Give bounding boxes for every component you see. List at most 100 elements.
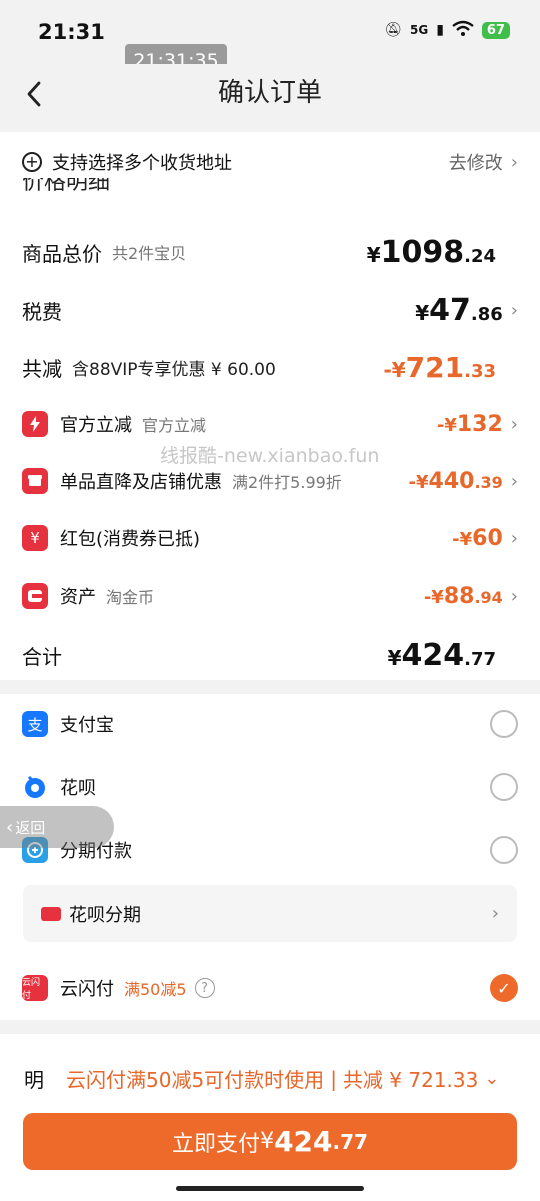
- return-button[interactable]: ‹ 返回: [0, 806, 114, 848]
- amount-dec: .24: [464, 245, 496, 267]
- amount-int: 424: [274, 1125, 333, 1158]
- chevron-right-icon: ›: [510, 151, 518, 173]
- status-icons: 🔕︎ 5G ▮ 67: [384, 20, 510, 40]
- huabei-installment-option[interactable]: 花呗分期 ›: [23, 885, 517, 942]
- huabei-installment-label: 花呗分期: [69, 904, 141, 926]
- currency-symbol: ¥: [387, 645, 402, 670]
- radio-button[interactable]: [490, 836, 518, 864]
- unionpay-icon: 云闪付: [22, 975, 48, 1001]
- payment-label: 云闪付: [60, 979, 114, 1000]
- item-value: -¥ 132: [437, 412, 503, 437]
- header: 确认订单: [0, 64, 540, 130]
- separator: |: [330, 1066, 337, 1091]
- total-discount-row: 共减 含88VIP专享优惠 ¥ 60.00 -¥ 721 .33: [22, 349, 518, 385]
- discount-value: -¥ 721 .33: [383, 351, 496, 384]
- tax-row[interactable]: 税费 ¥ 47 .86 ›: [22, 292, 518, 328]
- lightning-icon: [22, 411, 48, 437]
- chevron-right-icon: ›: [510, 585, 518, 607]
- amount-dec: .77: [464, 648, 496, 670]
- page-title: 确认订单: [217, 78, 322, 108]
- unionpay-promo-note: 云闪付满50减5可付款时使用: [66, 1068, 325, 1092]
- amount-dec: .94: [474, 587, 503, 607]
- alipay-icon: 支: [22, 711, 48, 737]
- currency-symbol: -¥: [452, 528, 473, 550]
- chevron-right-icon: ›: [510, 299, 518, 321]
- item-sub: 官方立减: [142, 416, 207, 435]
- item-value: -¥ 60: [452, 526, 503, 551]
- radio-button[interactable]: [490, 710, 518, 738]
- item-value: -¥ 88 .94: [424, 584, 503, 609]
- bottom-summary[interactable]: 明 云闪付满50减5可付款时使用 | 共减 ¥ 721.33 ⌄: [24, 1064, 524, 1093]
- radio-button-checked[interactable]: ✓: [490, 974, 518, 1002]
- item-label: 资产: [60, 587, 96, 608]
- amount-int: 132: [456, 411, 503, 437]
- back-button[interactable]: [14, 74, 54, 114]
- payment-unionpay[interactable]: 云闪付 云闪付 满50减5 ? ✓: [22, 972, 518, 1004]
- discount-item-official[interactable]: 官方立减 官方立减 -¥ 132 ›: [22, 407, 518, 441]
- radio-button[interactable]: [490, 773, 518, 801]
- chevron-left-icon: ‹: [6, 816, 14, 838]
- help-icon[interactable]: ?: [194, 978, 215, 998]
- status-time: 21:31: [38, 20, 105, 44]
- section-title-text: 价格明细: [22, 178, 111, 195]
- tax-label: 税费: [22, 299, 62, 324]
- amount-int: 440: [428, 468, 475, 494]
- item-label: 官方立减: [60, 415, 132, 436]
- amount-int: 424: [401, 637, 465, 673]
- chevron-right-icon: ›: [491, 903, 499, 924]
- sum-row: 合计 ¥ 424 .77: [22, 636, 518, 674]
- sum-value: ¥ 424 .77: [388, 638, 496, 673]
- amount-dec: .86: [470, 303, 503, 325]
- discount-item-assets[interactable]: 资产 淘金币 -¥ 88 .94 ›: [22, 579, 518, 613]
- bottom-prefix: 明: [24, 1068, 44, 1092]
- currency-symbol: -¥: [408, 471, 429, 493]
- amount-int: 721: [405, 350, 465, 384]
- edit-address-link[interactable]: 去修改: [449, 149, 503, 175]
- currency-symbol: ¥: [260, 1129, 275, 1154]
- huabei-icon: [22, 774, 48, 800]
- shop-icon: [22, 468, 48, 494]
- currency-symbol: ¥: [415, 300, 430, 325]
- item-label: 红包(消费券已抵): [60, 529, 201, 550]
- currency-symbol: ¥: [366, 242, 381, 267]
- coin-icon: [22, 583, 48, 609]
- back-arrow-icon: [27, 81, 41, 107]
- discount-label: 共减: [22, 356, 62, 381]
- chevron-right-icon: ›: [510, 527, 518, 549]
- discount-item-shop[interactable]: 单品直降及店铺优惠 满2件打5.99折 -¥ 440 .39 ›: [22, 464, 518, 498]
- item-value: -¥ 440 .39: [409, 469, 503, 494]
- payment-alipay[interactable]: 支 支付宝: [22, 708, 518, 740]
- amount-dec: .77: [332, 1129, 368, 1154]
- item-label: 单品直降及店铺优惠: [60, 472, 222, 493]
- mute-bell-icon: 🔕︎: [384, 22, 402, 38]
- huabei-installment-icon: [41, 906, 61, 921]
- unionpay-promo: 满50减5: [124, 980, 187, 999]
- item-sub: 淘金币: [106, 588, 155, 607]
- double-chevron-down-icon: ⌄: [484, 1068, 500, 1089]
- currency-symbol: -¥: [436, 414, 457, 436]
- chevron-right-icon: ›: [510, 413, 518, 435]
- goods-total-label: 商品总价: [22, 241, 102, 266]
- amount-dec: .39: [474, 472, 503, 492]
- currency-symbol: -¥: [423, 586, 444, 608]
- tax-value: ¥ 47 .86: [415, 293, 503, 328]
- price-detail-title: 价格明细: [22, 178, 142, 204]
- home-indicator[interactable]: [176, 1186, 364, 1191]
- network-label: 5G: [409, 23, 429, 37]
- amount-int: 88: [443, 583, 475, 609]
- payment-huabei[interactable]: 花呗: [22, 771, 518, 803]
- amount-dec: .33: [464, 360, 496, 382]
- payment-label: 支付宝: [60, 715, 114, 736]
- address-row[interactable]: + 支持选择多个收货地址 去修改 ›: [22, 146, 518, 178]
- wifi-icon: [452, 20, 474, 40]
- pay-button-label: 立即支付: [172, 1131, 261, 1157]
- address-label: 支持选择多个收货地址: [52, 153, 232, 174]
- sum-label: 合计: [22, 644, 62, 669]
- currency-symbol: -¥: [383, 357, 406, 382]
- plus-circle-icon: +: [22, 152, 42, 172]
- pay-now-button[interactable]: 立即支付 ¥ 424 .77: [23, 1113, 517, 1170]
- vip-discount-note: 含88VIP专享优惠 ¥ 60.00: [72, 359, 276, 380]
- amount-int: 1098: [380, 234, 465, 270]
- discount-item-redpacket[interactable]: ¥ 红包(消费券已抵) -¥ 60 ›: [22, 521, 518, 555]
- amount-int: 47: [429, 292, 471, 328]
